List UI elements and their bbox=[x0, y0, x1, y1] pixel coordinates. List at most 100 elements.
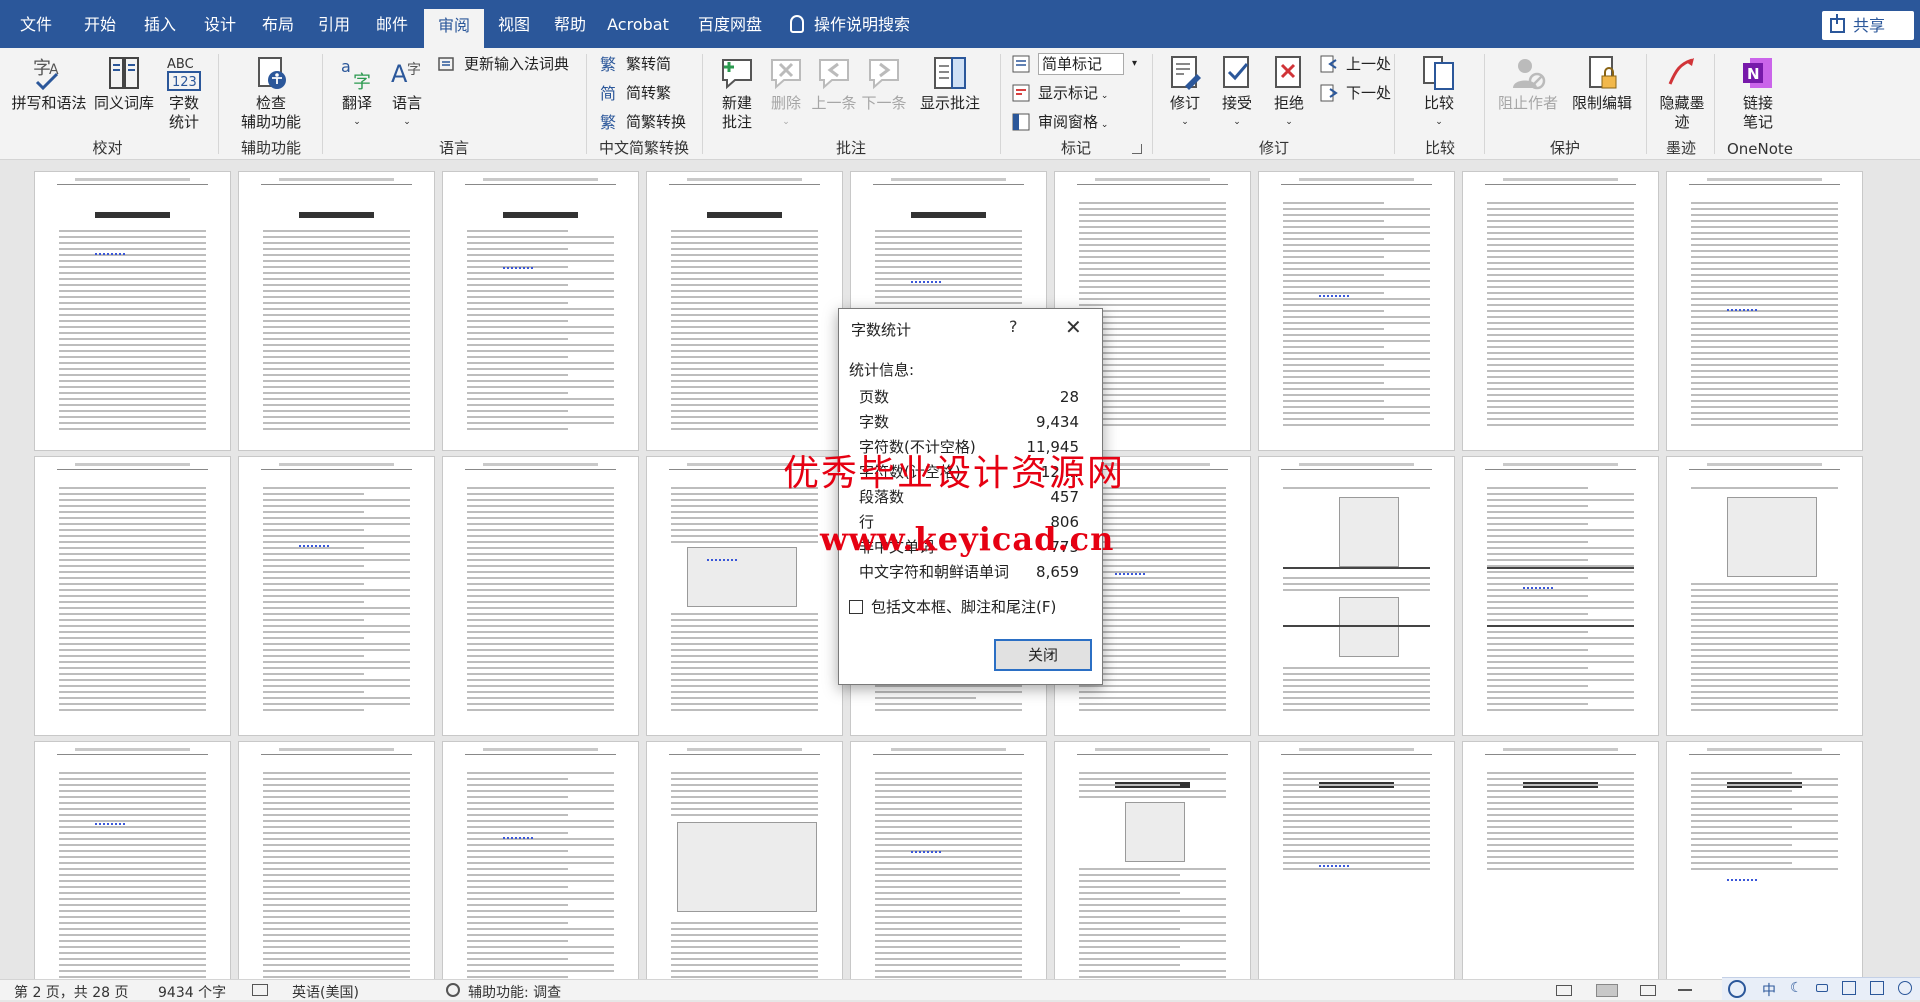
page-thumbnail[interactable] bbox=[1666, 456, 1863, 736]
page-indicator[interactable]: 第 2 页，共 28 页 bbox=[14, 982, 129, 1002]
spelling-grammar-button[interactable]: 字A 拼写和语法 bbox=[8, 54, 90, 113]
text-line bbox=[467, 850, 568, 852]
text-line bbox=[263, 547, 364, 549]
text-line bbox=[1487, 214, 1634, 216]
help-icon[interactable]: ? bbox=[1009, 317, 1018, 336]
moon-icon[interactable]: ☾ bbox=[1790, 980, 1803, 996]
tab-help[interactable]: 帮助 bbox=[542, 0, 598, 48]
simple-markup-dropdown[interactable]: 简单标记 ▾ bbox=[1012, 52, 1137, 76]
ime-language[interactable]: 中 bbox=[1762, 980, 1776, 1000]
ime-logo-icon[interactable] bbox=[1728, 980, 1746, 998]
read-mode-icon[interactable] bbox=[1556, 985, 1572, 996]
text-line bbox=[671, 691, 818, 693]
page-thumbnail[interactable] bbox=[646, 456, 843, 736]
page-thumbnail[interactable] bbox=[1054, 741, 1251, 979]
text-line bbox=[263, 637, 364, 639]
page-thumbnail[interactable] bbox=[238, 741, 435, 979]
tab-design[interactable]: 设计 bbox=[192, 0, 248, 48]
text-line bbox=[671, 242, 818, 244]
thesaurus-button[interactable]: 同义词库 bbox=[92, 54, 156, 113]
translate-button[interactable]: a字 翻译 ⌄ bbox=[332, 54, 382, 132]
tab-mailings[interactable]: 邮件 bbox=[362, 0, 422, 48]
new-comment-button[interactable]: 新建 批注 bbox=[712, 54, 762, 132]
language-button[interactable]: A字 语言 ⌄ bbox=[382, 54, 432, 132]
page-thumbnail[interactable] bbox=[646, 741, 843, 979]
page-thumbnail[interactable] bbox=[1462, 741, 1659, 979]
page-thumbnail[interactable] bbox=[34, 456, 231, 736]
zoom-out-icon[interactable] bbox=[1678, 989, 1692, 991]
close-button[interactable]: 关闭 bbox=[994, 639, 1092, 671]
text-line bbox=[1487, 292, 1634, 294]
close-icon[interactable]: ✕ bbox=[1065, 315, 1082, 339]
svg-text:繁: 繁 bbox=[600, 55, 616, 73]
page-thumbnail[interactable] bbox=[1666, 171, 1863, 451]
include-textboxes-checkbox[interactable]: 包括文本框、脚注和尾注(F) bbox=[849, 597, 1056, 617]
show-comments-button[interactable]: 显示批注 bbox=[910, 54, 990, 113]
stat-value: 775 bbox=[1050, 538, 1079, 556]
page-thumbnail[interactable] bbox=[1462, 171, 1659, 451]
to-simplified-button[interactable]: 繁繁转简 bbox=[600, 52, 671, 76]
toolbox-icon[interactable] bbox=[1870, 981, 1884, 995]
page-thumbnail[interactable] bbox=[442, 741, 639, 979]
page-thumbnail[interactable] bbox=[442, 171, 639, 451]
delete-comment-button[interactable]: 删除 ⌄ bbox=[766, 54, 806, 132]
show-markup-button[interactable]: 显示标记 ⌄ bbox=[1012, 81, 1108, 105]
check-accessibility-button[interactable]: 检查 辅助功能 bbox=[226, 54, 316, 132]
tab-references[interactable]: 引用 bbox=[306, 0, 362, 48]
page-thumbnail[interactable] bbox=[646, 171, 843, 451]
page-thumbnail[interactable] bbox=[238, 171, 435, 451]
tab-review[interactable]: 审阅 bbox=[424, 9, 484, 48]
word-count-indicator[interactable]: 9434 个字 bbox=[158, 982, 226, 1002]
dialog-launcher-icon[interactable] bbox=[1132, 144, 1142, 154]
next-comment-button[interactable]: 下一条 bbox=[860, 54, 908, 113]
keyboard-icon[interactable] bbox=[1842, 981, 1856, 995]
page-thumbnail[interactable] bbox=[850, 741, 1047, 979]
reject-button[interactable]: 拒绝 ⌄ bbox=[1264, 54, 1314, 132]
block-authors-button[interactable]: 阻止作者 bbox=[1492, 54, 1564, 113]
page-thumbnail[interactable] bbox=[1666, 741, 1863, 979]
share-button[interactable]: 共享 bbox=[1822, 11, 1914, 40]
next-change-button[interactable]: 下一处 bbox=[1320, 81, 1391, 105]
page-thumbnail[interactable] bbox=[238, 456, 435, 736]
tab-view[interactable]: 视图 bbox=[486, 0, 542, 48]
tab-baidu-netdisk[interactable]: 百度网盘 bbox=[688, 0, 772, 48]
tab-file[interactable]: 文件 bbox=[8, 0, 64, 48]
tab-home[interactable]: 开始 bbox=[72, 0, 128, 48]
reviewing-pane-button[interactable]: 审阅窗格 ⌄ bbox=[1012, 110, 1108, 134]
linked-notes-button[interactable]: N 链接 笔记 bbox=[1730, 54, 1786, 132]
check-accessibility-label-2: 辅助功能 bbox=[240, 113, 301, 131]
tab-layout[interactable]: 布局 bbox=[250, 0, 306, 48]
language-indicator[interactable]: 英语(美国) bbox=[292, 982, 359, 1002]
punctuation-icon[interactable] bbox=[1816, 984, 1828, 992]
page-thumbnail[interactable] bbox=[1258, 171, 1455, 451]
page-thumbnail[interactable] bbox=[1258, 741, 1455, 979]
track-changes-button[interactable]: 修订 ⌄ bbox=[1160, 54, 1210, 132]
page-thumbnail[interactable] bbox=[34, 741, 231, 979]
web-layout-icon[interactable] bbox=[1640, 985, 1656, 996]
previous-change-button[interactable]: 上一处 bbox=[1320, 52, 1391, 76]
conversion-button[interactable]: 繁简繁转换 bbox=[600, 110, 686, 134]
text-line bbox=[59, 691, 206, 693]
page-thumbnail[interactable] bbox=[1462, 456, 1659, 736]
settings-icon[interactable] bbox=[1898, 981, 1912, 995]
hide-ink-button[interactable]: 隐藏墨 迹 bbox=[1654, 54, 1710, 132]
compare-button[interactable]: 比较 ⌄ bbox=[1414, 54, 1464, 132]
print-layout-icon[interactable] bbox=[1596, 984, 1618, 997]
page-thumbnail[interactable] bbox=[1258, 456, 1455, 736]
restrict-editing-button[interactable]: 限制编辑 bbox=[1566, 54, 1638, 113]
tab-insert[interactable]: 插入 bbox=[132, 0, 188, 48]
previous-comment-button[interactable]: 上一条 bbox=[810, 54, 858, 113]
page-thumbnail[interactable] bbox=[442, 456, 639, 736]
update-ime-button[interactable]: 更新输入法词典 bbox=[438, 52, 569, 76]
accept-button[interactable]: 接受 ⌄ bbox=[1212, 54, 1262, 132]
proofing-status-icon[interactable] bbox=[252, 984, 268, 996]
to-traditional-button[interactable]: 简简转繁 bbox=[600, 81, 671, 105]
chevron-down-icon: ▾ bbox=[1132, 58, 1138, 69]
tell-me-search[interactable]: 操作说明搜索 bbox=[790, 0, 910, 48]
accessibility-status[interactable]: 辅助功能: 调查 bbox=[468, 982, 561, 1002]
text-line bbox=[467, 976, 568, 978]
tab-acrobat[interactable]: Acrobat bbox=[600, 0, 676, 48]
page-thumbnail[interactable] bbox=[34, 171, 231, 451]
word-count-button[interactable]: ABC 123 字数 统计 bbox=[158, 54, 210, 132]
checkbox-box[interactable] bbox=[849, 600, 863, 614]
